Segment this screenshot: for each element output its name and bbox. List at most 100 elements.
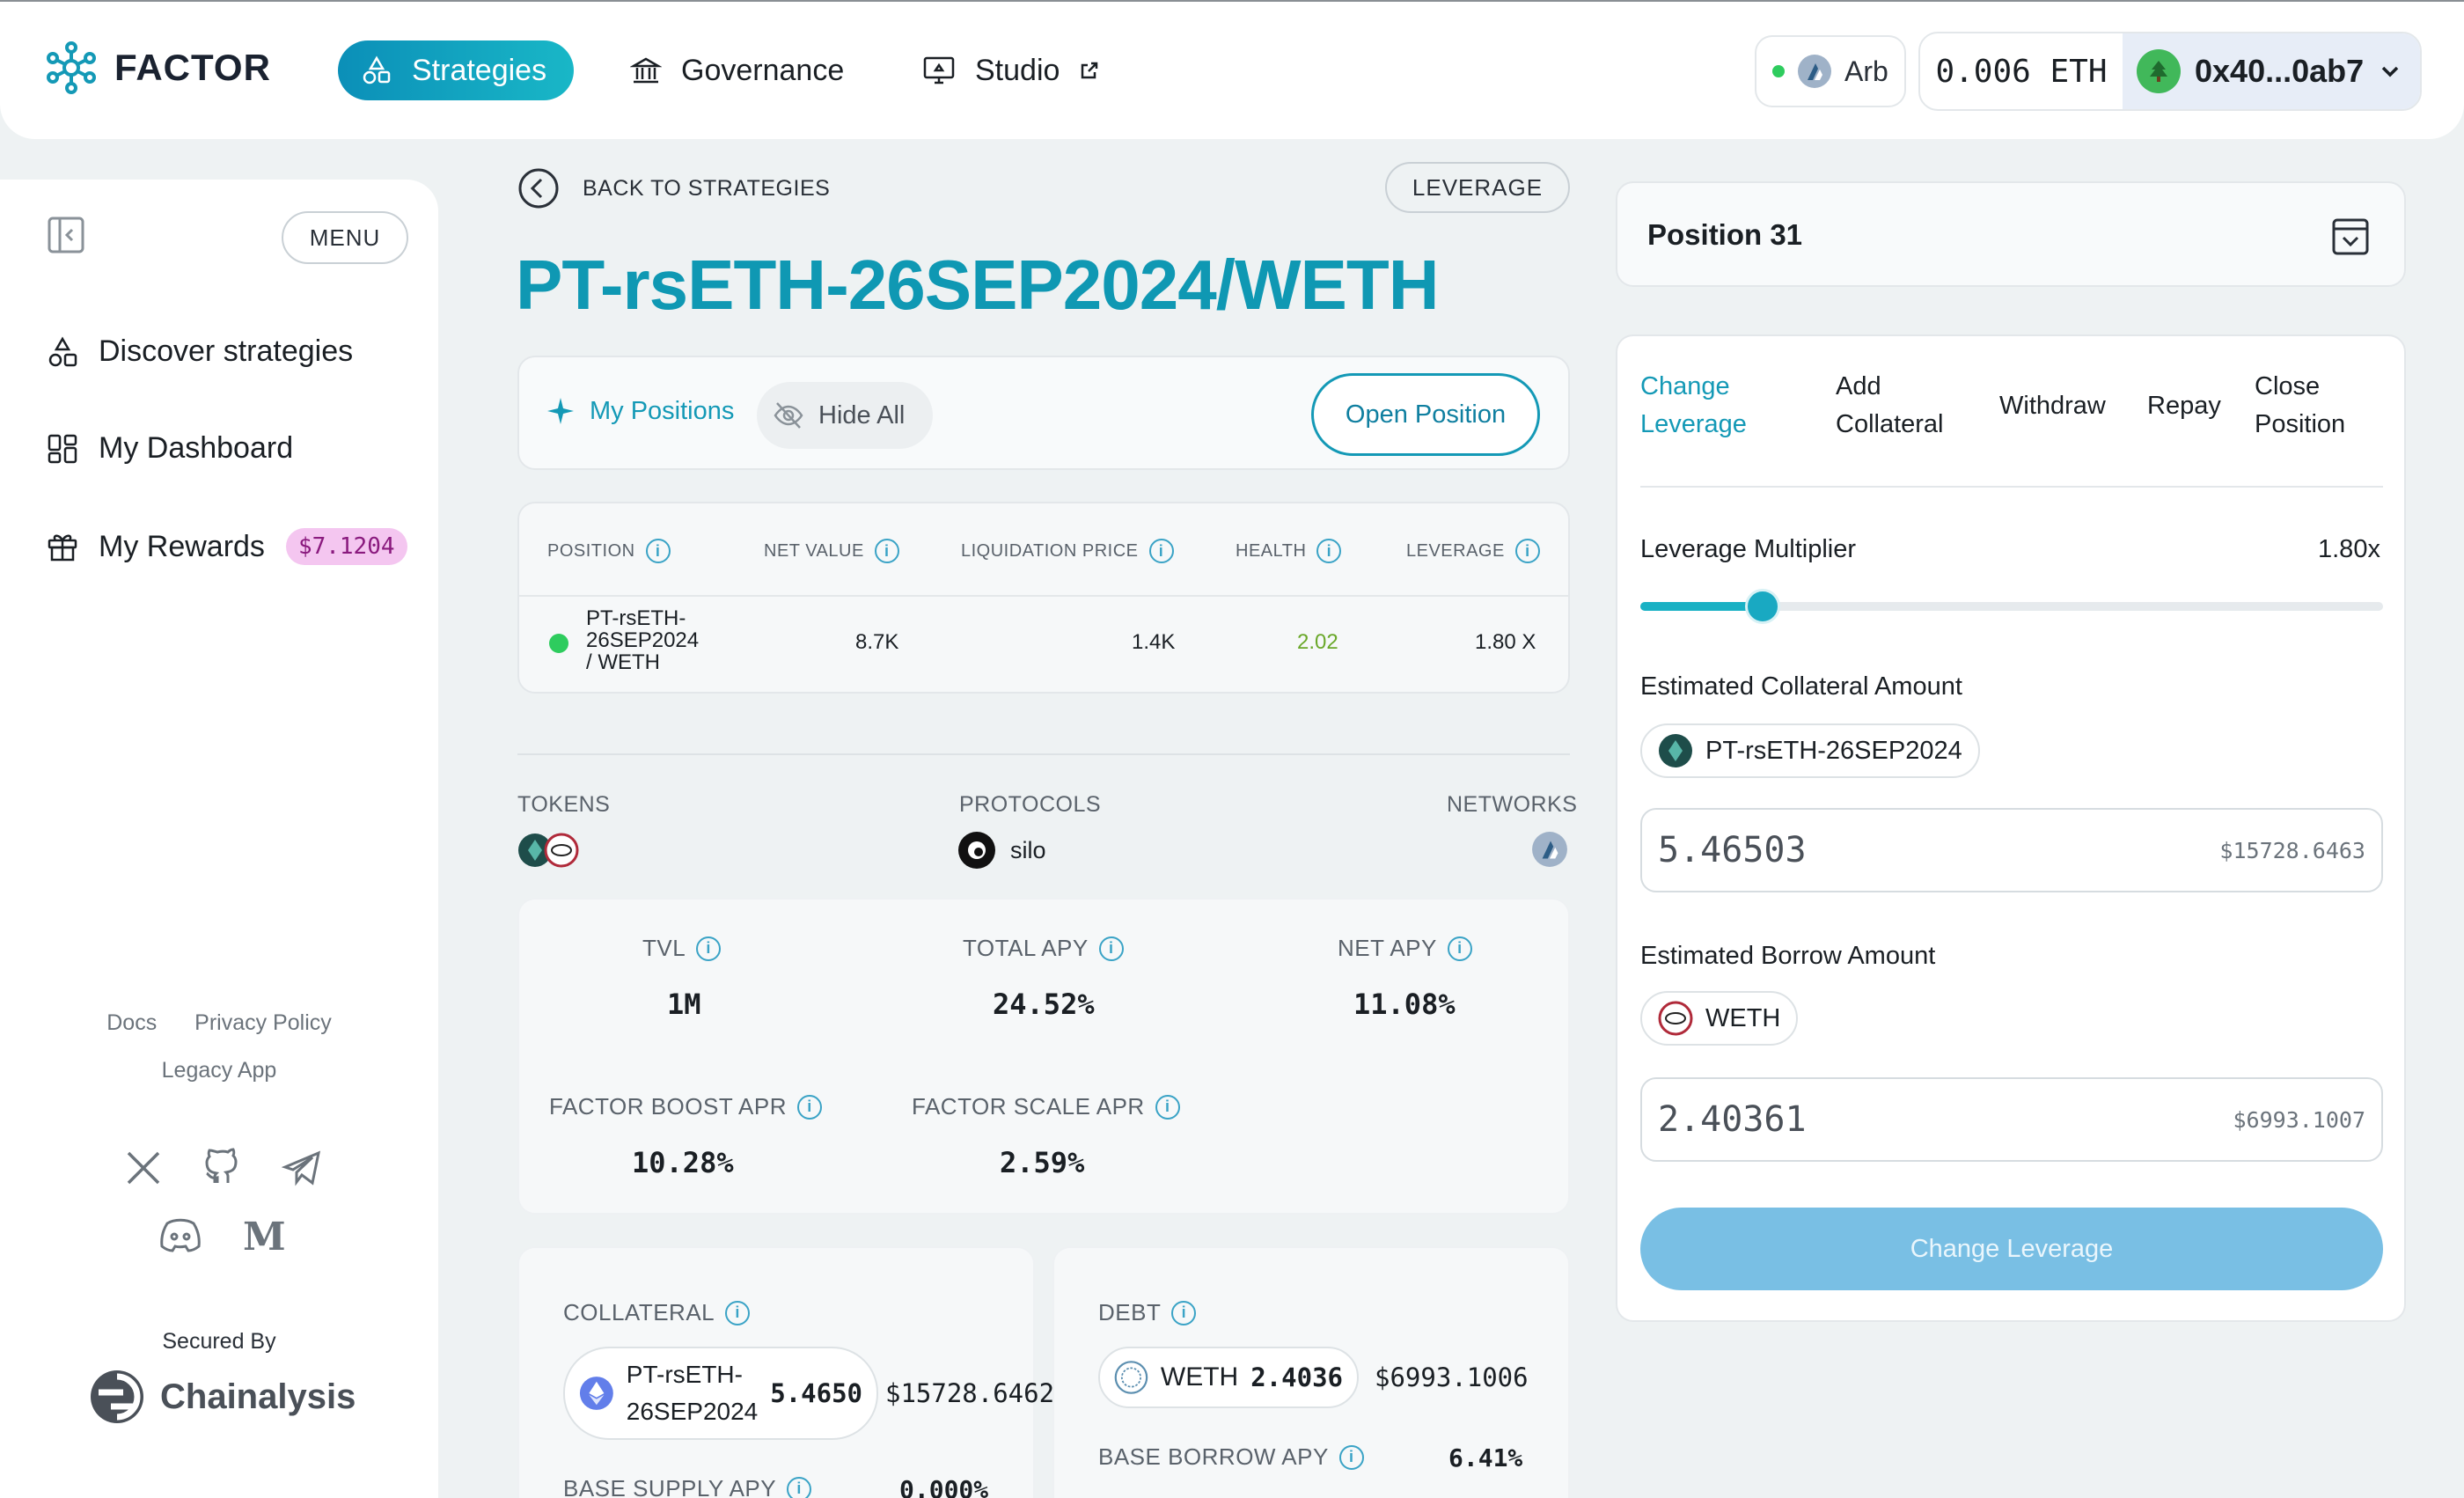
wallet-button[interactable]: 0.006 ETH 0x40...0ab7 <box>1918 32 2422 111</box>
collateral-amount-field[interactable]: 5.46503 $15728.6463 <box>1640 808 2383 892</box>
tvl-label: TVL <box>642 935 686 961</box>
sidebar-item-discover[interactable]: Discover strategies <box>46 334 353 369</box>
position-line: 26SEP2024 <box>586 628 700 652</box>
protocols-label: PROTOCOLS <box>959 792 1102 817</box>
medium-icon[interactable]: M <box>241 1216 285 1253</box>
nav-governance[interactable]: Governance <box>607 40 867 100</box>
shapes-icon <box>48 336 77 366</box>
github-icon[interactable] <box>202 1148 243 1188</box>
total-apy-value: 24.52% <box>993 988 1095 1021</box>
tab-add-collateral[interactable]: Add Collateral <box>1836 368 1944 444</box>
debt-label: DEBT <box>1098 1299 1162 1325</box>
info-icon[interactable]: i <box>1338 1444 1364 1470</box>
position-line: / WETH <box>586 650 660 674</box>
info-icon[interactable]: i <box>797 1094 822 1120</box>
sidebar-item-rewards[interactable]: My Rewards $7.1204 <box>46 528 407 565</box>
tab-close-position[interactable]: Close Position <box>2255 368 2345 444</box>
protocol-chip: silo <box>957 831 1046 870</box>
collapse-panel-icon[interactable] <box>2330 217 2371 257</box>
arbitrum-icon <box>1798 55 1831 88</box>
chainalysis-icon <box>91 1370 143 1423</box>
info-icon[interactable]: i <box>1155 1094 1180 1120</box>
change-leverage-button[interactable]: Change Leverage <box>1640 1208 2383 1290</box>
info-icon[interactable]: i <box>874 539 899 563</box>
rewards-badge: $7.1204 <box>285 528 407 565</box>
footer-links: Docs Privacy Policy <box>0 1010 438 1036</box>
network-selector[interactable]: Arb <box>1755 35 1906 107</box>
back-arrow-icon <box>518 168 559 209</box>
collateral-card: COLLATERAL i PT-rsETH- 26SEP2024 5.4650 … <box>517 1246 1054 1498</box>
eye-off-icon <box>774 402 803 429</box>
position-header: Position 31 <box>1616 181 2406 287</box>
base-borrow-apy-label: BASE BORROW APY <box>1098 1443 1329 1470</box>
info-icon[interactable]: i <box>1316 539 1342 563</box>
info-icon[interactable]: i <box>1514 539 1540 563</box>
avatar <box>2137 49 2181 93</box>
position-title: Position 31 <box>1647 218 1803 251</box>
nav-strategies[interactable]: Strategies <box>338 40 574 100</box>
info-icon[interactable]: i <box>1171 1300 1197 1325</box>
debt-token-pill: WETH 2.4036 <box>1098 1347 1359 1408</box>
info-icon[interactable]: i <box>1447 936 1472 961</box>
column-header: LIQUIDATION PRICE i <box>961 539 1174 563</box>
collateral-amount-usd: $15728.6463 <box>2219 837 2365 863</box>
stat-label: FACTOR BOOST APR i <box>549 1093 822 1120</box>
factor-logo[interactable]: FACTOR <box>44 40 271 95</box>
networks-label: NETWORKS <box>1447 792 1578 817</box>
collateral-amount-value: 5.46503 <box>1658 830 1807 870</box>
column-header-label: LEVERAGE <box>1406 540 1505 561</box>
leverage-slider[interactable] <box>1640 589 2383 624</box>
open-position-button[interactable]: Open Position <box>1311 373 1540 456</box>
health-cell: 2.02 <box>1297 630 1338 654</box>
column-header: LEVERAGE i <box>1406 539 1540 563</box>
token-line: 26SEP2024 <box>626 1398 759 1425</box>
tabs-divider <box>1640 486 2383 488</box>
docs-link[interactable]: Docs <box>106 1010 157 1035</box>
tab-change-leverage[interactable]: Change Leverage <box>1640 368 1747 444</box>
borrow-amount-field[interactable]: 2.40361 $6993.1007 <box>1640 1077 2383 1162</box>
borrow-token-label: WETH <box>1705 1003 1781 1032</box>
hide-all-button[interactable]: Hide All <box>757 382 933 449</box>
sidebar-item-dashboard[interactable]: My Dashboard <box>46 431 293 466</box>
menu-button[interactable]: MENU <box>282 211 408 264</box>
borrow-amount-usd: $6993.1007 <box>2233 1106 2365 1133</box>
borrow-token-chip: WETH <box>1640 991 1799 1046</box>
chainalysis-badge: Chainalysis <box>88 1368 356 1426</box>
my-positions-tab[interactable]: My Positions <box>546 396 734 426</box>
base-supply-apy-label: BASE SUPPLY APY <box>563 1475 777 1498</box>
tab-line: Collateral <box>1836 410 1944 438</box>
page-title: PT-rsETH-26SEP2024/WETH <box>516 246 1439 324</box>
back-label: BACK TO STRATEGIES <box>583 175 831 201</box>
slider-knob[interactable] <box>1745 589 1781 624</box>
discord-icon[interactable] <box>158 1216 202 1253</box>
info-icon[interactable]: i <box>645 539 671 563</box>
collateral-token-name: PT-rsETH- 26SEP2024 <box>627 1356 758 1430</box>
stats-card: TVL i 1M TOTAL APY i 24.52% NET APY i 11… <box>517 898 1570 1215</box>
legacy-app-link[interactable]: Legacy App <box>162 1058 277 1083</box>
positions-toolbar: My Positions Hide All Open Position <box>517 356 1570 470</box>
telegram-icon[interactable] <box>282 1148 322 1188</box>
debt-amount: 2.4036 <box>1250 1362 1343 1392</box>
sidebar-toggle[interactable] <box>46 215 86 260</box>
info-icon[interactable]: i <box>696 936 722 961</box>
back-to-strategies[interactable]: BACK TO STRATEGIES <box>517 167 830 209</box>
x-twitter-icon[interactable] <box>123 1148 164 1188</box>
stat-label: BASE SUPPLY APY i <box>563 1475 812 1498</box>
stat-label: DEBT i <box>1098 1299 1197 1326</box>
debt-usd: $6993.1006 <box>1375 1362 1529 1392</box>
social-row-1 <box>123 1148 322 1188</box>
tab-withdraw[interactable]: Withdraw <box>1999 387 2106 425</box>
token-icons <box>517 833 581 868</box>
wallet-address-box[interactable]: 0x40...0ab7 <box>2123 33 2420 109</box>
info-icon[interactable]: i <box>1098 936 1124 961</box>
external-link-icon <box>1082 62 1098 79</box>
sparkle-icon <box>547 398 574 424</box>
bank-icon <box>630 57 662 84</box>
info-icon[interactable]: i <box>1148 539 1174 563</box>
nav-studio[interactable]: Studio <box>899 40 1123 100</box>
privacy-link[interactable]: Privacy Policy <box>194 1010 332 1035</box>
info-icon[interactable]: i <box>787 1476 812 1498</box>
info-icon[interactable]: i <box>725 1300 751 1325</box>
tab-repay[interactable]: Repay <box>2147 387 2221 425</box>
table-divider <box>519 595 1568 597</box>
